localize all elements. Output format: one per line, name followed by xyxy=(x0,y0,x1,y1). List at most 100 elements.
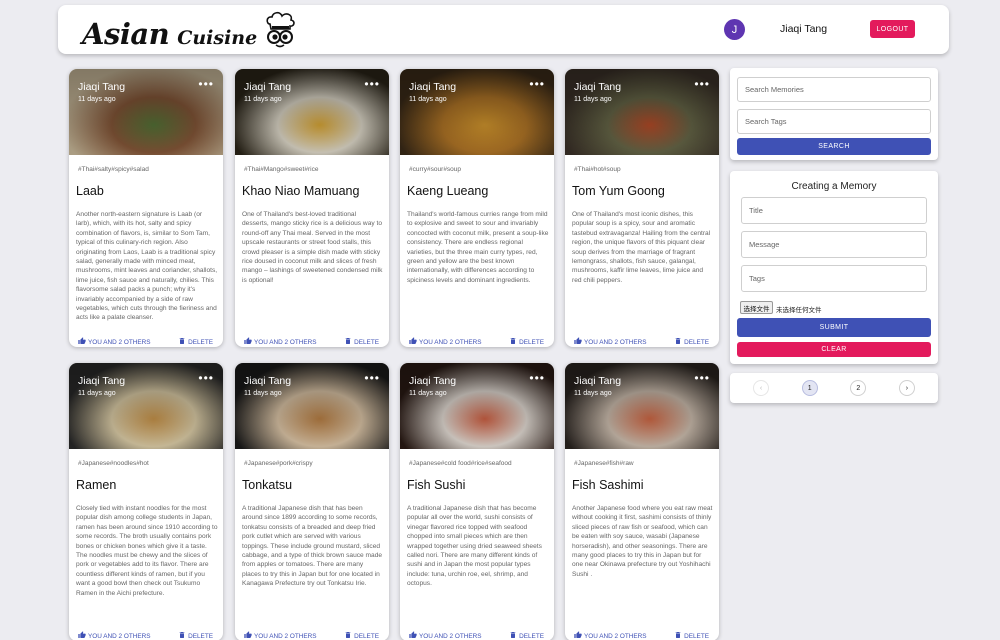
delete-label: DELETE xyxy=(519,632,544,640)
card-author: Jiaqi Tang xyxy=(574,375,622,387)
card-tags: #Japanese#cold food#rice#seafood xyxy=(409,460,512,467)
delete-button[interactable]: DELETE xyxy=(509,337,544,347)
card-tags: #Japanese#fish#raw xyxy=(574,460,634,467)
card-author: Jiaqi Tang xyxy=(78,81,126,93)
card-timestamp: 11 days ago xyxy=(409,96,447,103)
memory-card[interactable]: Jiaqi Tang 11 days ago ••• #Japanese#pork#c… xyxy=(235,363,389,640)
next-page-button[interactable]: › xyxy=(898,380,915,396)
like-button[interactable]: YOU AND 2 OTHERS xyxy=(409,337,482,347)
brand[interactable]: Asian Cuisine xyxy=(82,11,297,49)
card-title: Tonkatsu xyxy=(242,478,293,492)
memory-card[interactable]: Jiaqi Tang 11 days ago ••• #Japanese#fish#r… xyxy=(565,363,719,640)
search-panel: SEARCH xyxy=(730,68,938,160)
avatar[interactable]: J xyxy=(724,19,745,40)
tags-input[interactable] xyxy=(742,266,926,291)
card-image: Jiaqi Tang 11 days ago ••• xyxy=(565,69,719,155)
like-button[interactable]: YOU AND 2 OTHERS xyxy=(78,337,151,347)
like-label: YOU AND 2 OTHERS xyxy=(254,338,317,346)
delete-label: DELETE xyxy=(684,338,709,346)
card-description: Another north-eastern signature is Laab … xyxy=(76,211,218,322)
choose-file-button[interactable]: 选择文件 xyxy=(740,301,773,314)
like-label: YOU AND 2 OTHERS xyxy=(584,632,647,640)
submit-button[interactable]: SUBMIT xyxy=(737,318,931,337)
delete-button[interactable]: DELETE xyxy=(344,337,379,347)
card-timestamp: 11 days ago xyxy=(244,390,282,397)
more-options-icon[interactable]: ••• xyxy=(529,372,545,384)
trash-icon xyxy=(344,337,352,347)
message-field[interactable] xyxy=(741,231,927,258)
delete-button[interactable]: DELETE xyxy=(509,631,544,640)
card-tags: #Japanese#noodles#hot xyxy=(78,460,149,467)
more-options-icon[interactable]: ••• xyxy=(694,372,710,384)
more-options-icon[interactable]: ••• xyxy=(529,78,545,90)
page-1-button[interactable]: 1 xyxy=(801,380,818,396)
thumb-up-icon xyxy=(409,631,417,640)
memory-card[interactable]: Jiaqi Tang 11 days ago ••• #Thai#Mango#swee… xyxy=(235,69,389,347)
search-button[interactable]: SEARCH xyxy=(737,138,931,155)
card-tags: #Thai#Mango#sweet#rice xyxy=(244,166,319,173)
page-2-button[interactable]: 2 xyxy=(850,380,867,396)
thumb-up-icon xyxy=(409,337,417,347)
more-options-icon[interactable]: ••• xyxy=(364,78,380,90)
prev-page-button[interactable]: ‹ xyxy=(753,380,769,396)
card-author: Jiaqi Tang xyxy=(409,81,457,93)
search-tags-input[interactable] xyxy=(738,110,930,133)
message-input[interactable] xyxy=(742,232,926,257)
card-image: Jiaqi Tang 11 days ago ••• xyxy=(235,363,389,449)
trash-icon xyxy=(344,631,352,640)
delete-button[interactable]: DELETE xyxy=(178,337,213,347)
thumb-up-icon xyxy=(78,337,86,347)
like-label: YOU AND 2 OTHERS xyxy=(88,632,151,640)
delete-label: DELETE xyxy=(519,338,544,346)
more-options-icon[interactable]: ••• xyxy=(364,372,380,384)
delete-button[interactable]: DELETE xyxy=(674,337,709,347)
trash-icon xyxy=(674,631,682,640)
delete-button[interactable]: DELETE xyxy=(344,631,379,640)
card-author: Jiaqi Tang xyxy=(244,81,292,93)
clear-button[interactable]: CLEAR xyxy=(737,342,931,357)
like-label: YOU AND 2 OTHERS xyxy=(419,632,482,640)
more-options-icon[interactable]: ••• xyxy=(694,78,710,90)
card-title: Fish Sushi xyxy=(407,478,466,492)
delete-button[interactable]: DELETE xyxy=(674,631,709,640)
logout-button[interactable]: LOGOUT xyxy=(870,20,915,38)
memory-card[interactable]: Jiaqi Tang 11 days ago ••• #Japanese#cold f… xyxy=(400,363,554,640)
memory-card[interactable]: Jiaqi Tang 11 days ago ••• #Thai#hot#soup To… xyxy=(565,69,719,347)
card-timestamp: 11 days ago xyxy=(409,390,447,397)
search-memories-field[interactable] xyxy=(737,77,931,102)
memory-card[interactable]: Jiaqi Tang 11 days ago ••• #Thai#salty#spic… xyxy=(69,69,223,347)
card-author: Jiaqi Tang xyxy=(409,375,457,387)
card-timestamp: 11 days ago xyxy=(78,390,116,397)
like-button[interactable]: YOU AND 2 OTHERS xyxy=(244,337,317,347)
card-tags: #Japanese#pork#crispy xyxy=(244,460,313,467)
like-label: YOU AND 2 OTHERS xyxy=(88,338,151,346)
delete-button[interactable]: DELETE xyxy=(178,631,213,640)
trash-icon xyxy=(509,631,517,640)
brand-word-cuisine: Cuisine xyxy=(177,27,258,49)
title-field[interactable] xyxy=(741,197,927,224)
like-button[interactable]: YOU AND 2 OTHERS xyxy=(574,631,647,640)
like-button[interactable]: YOU AND 2 OTHERS xyxy=(78,631,151,640)
title-input[interactable] xyxy=(742,198,926,223)
card-title: Khao Niao Mamuang xyxy=(242,184,360,198)
thumb-up-icon xyxy=(244,631,252,640)
like-button[interactable]: YOU AND 2 OTHERS xyxy=(409,631,482,640)
trash-icon xyxy=(509,337,517,347)
like-button[interactable]: YOU AND 2 OTHERS xyxy=(574,337,647,347)
user-name: Jiaqi Tang xyxy=(780,23,828,35)
card-timestamp: 11 days ago xyxy=(574,390,612,397)
search-memories-input[interactable] xyxy=(738,78,930,101)
card-title: Laab xyxy=(76,184,104,198)
like-button[interactable]: YOU AND 2 OTHERS xyxy=(244,631,317,640)
card-description: Thailand's world-famous curries range fr… xyxy=(407,211,549,284)
more-options-icon[interactable]: ••• xyxy=(198,78,214,90)
card-timestamp: 11 days ago xyxy=(78,96,116,103)
more-options-icon[interactable]: ••• xyxy=(198,372,214,384)
memory-card[interactable]: Jiaqi Tang 11 days ago ••• #curry#sour#soup… xyxy=(400,69,554,347)
tags-field[interactable] xyxy=(741,265,927,292)
search-tags-field[interactable] xyxy=(737,109,931,134)
card-description: One of Thailand's most iconic dishes, th… xyxy=(572,211,711,284)
card-image: Jiaqi Tang 11 days ago ••• xyxy=(565,363,719,449)
memory-card[interactable]: Jiaqi Tang 11 days ago ••• #Japanese#noodle… xyxy=(69,363,223,640)
chef-logo-icon xyxy=(266,11,295,48)
